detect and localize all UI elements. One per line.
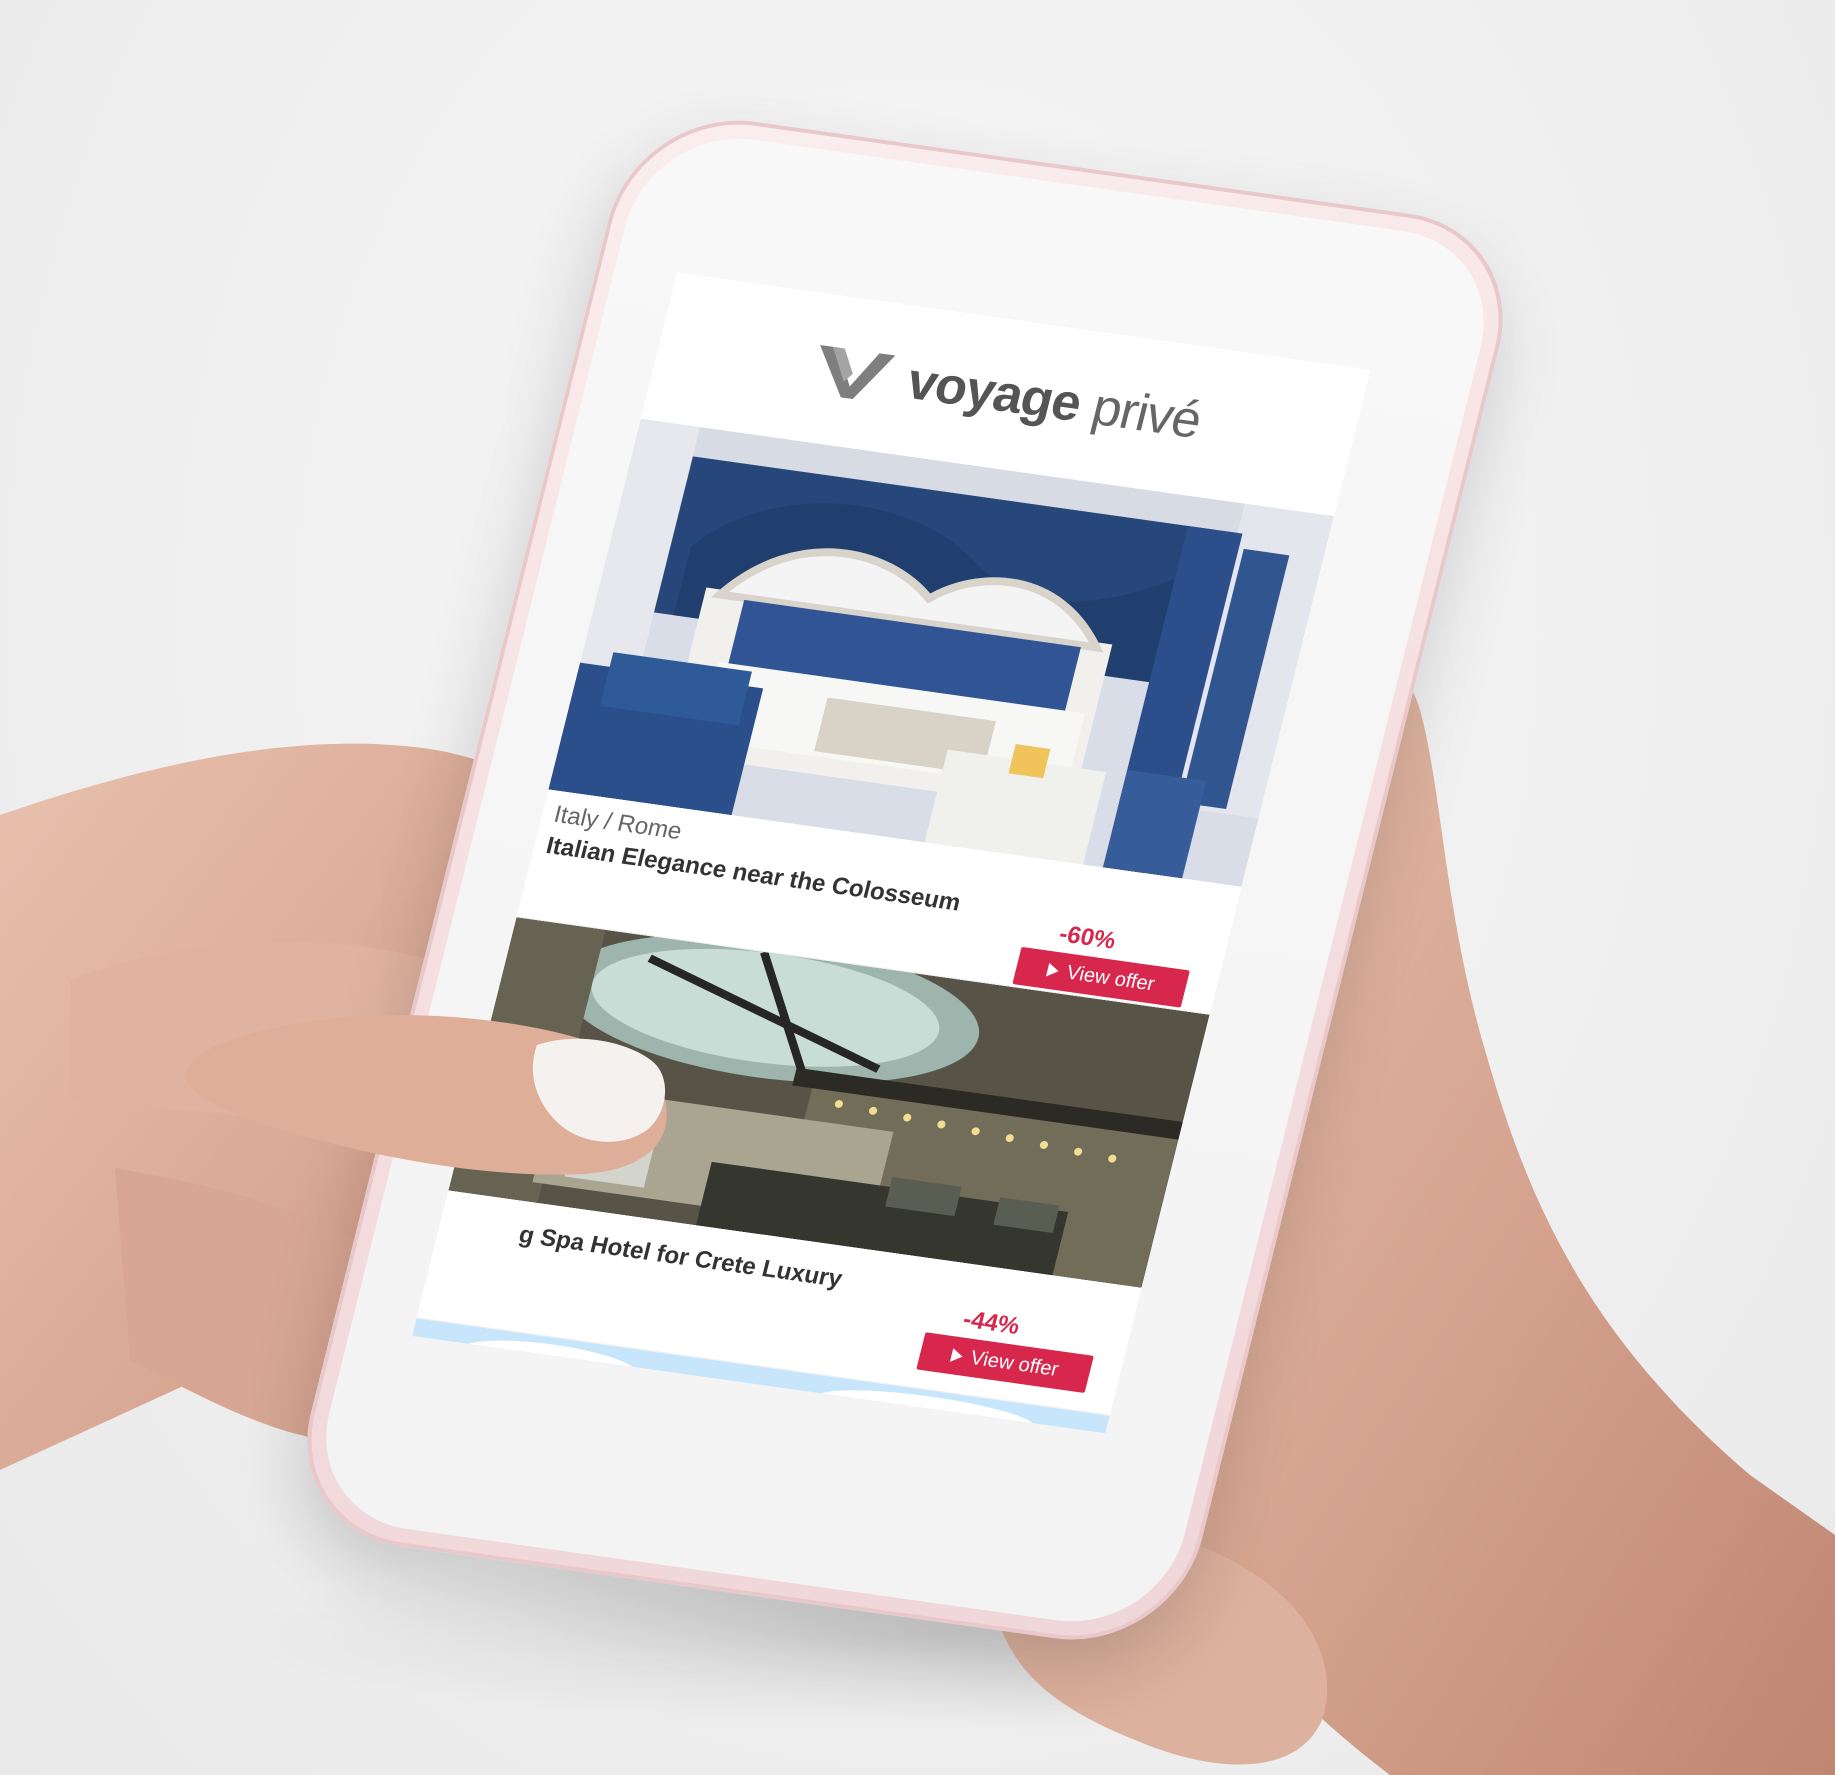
brand-name: voyage (901, 352, 1087, 434)
smartphone: voyage privé Italy / Rome Italian Elegan… (281, 105, 1529, 1655)
discount-badge: -60% (1056, 920, 1119, 955)
view-offer-label: View offer (968, 1346, 1061, 1381)
view-offer-label: View offer (1064, 961, 1157, 995)
view-offer-button[interactable]: View offer (916, 1332, 1094, 1393)
discount-badge: -44% (960, 1305, 1023, 1340)
v-logo-icon (819, 344, 896, 400)
play-icon (950, 1348, 965, 1364)
brand-wordmark: voyage privé (901, 351, 1207, 451)
phone-layer: voyage privé Italy / Rome Italian Elegan… (0, 0, 1835, 1775)
product-photo: voyage privé Italy / Rome Italian Elegan… (0, 0, 1835, 1775)
play-icon (1046, 962, 1061, 979)
brand-suffix: privé (1086, 378, 1207, 450)
